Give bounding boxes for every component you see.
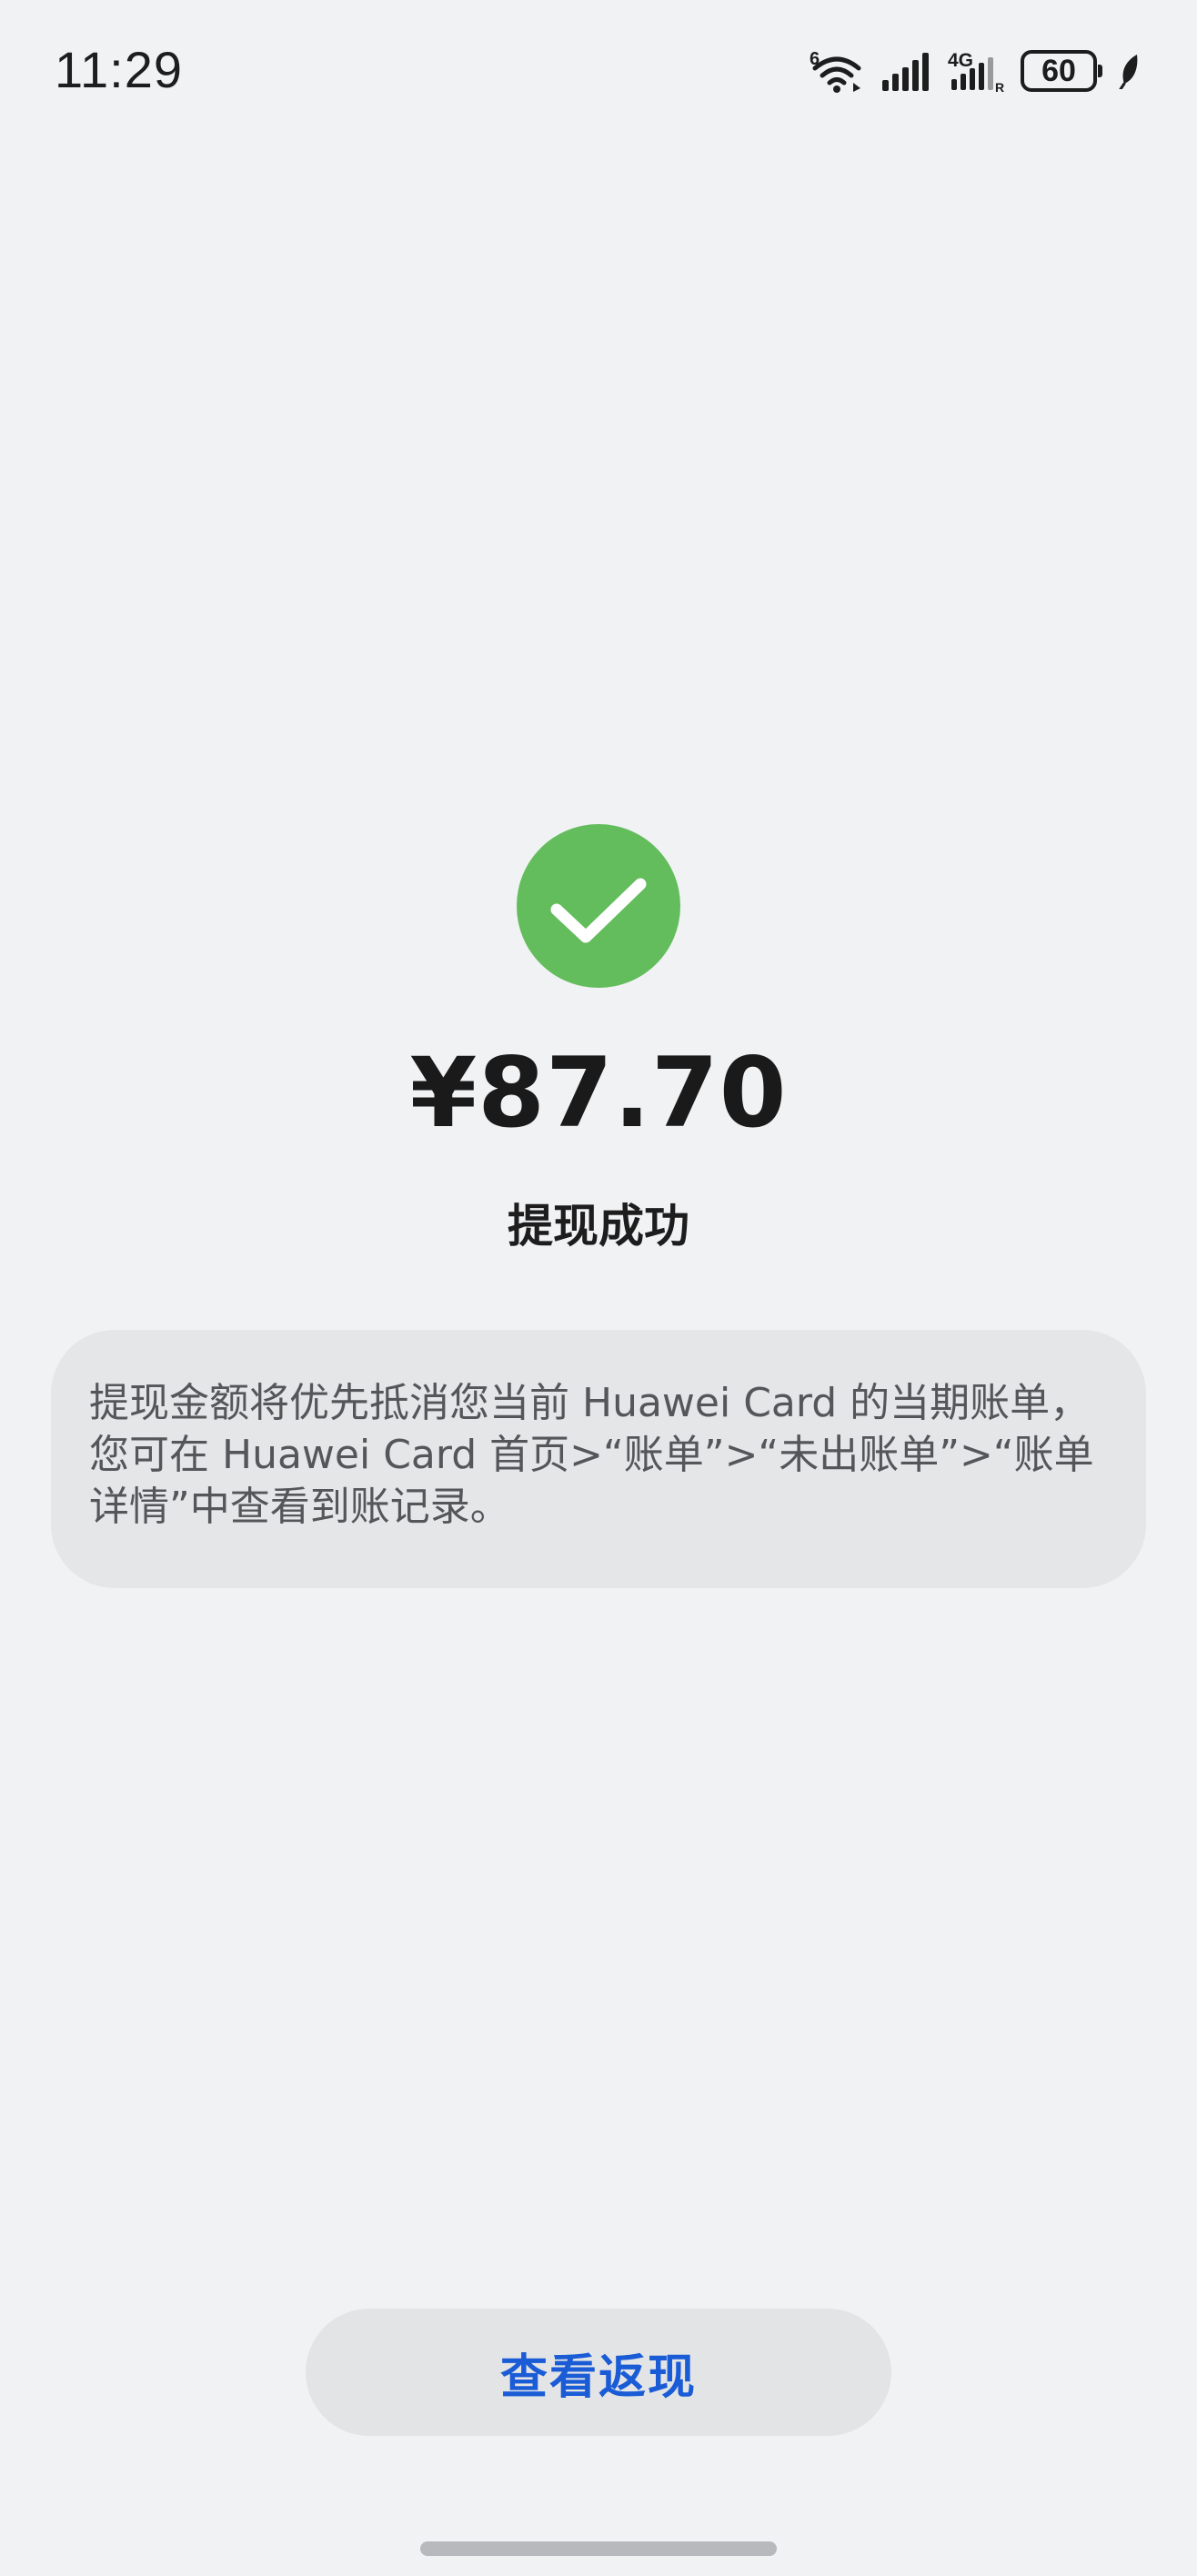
battery-level: 60 (1041, 54, 1076, 88)
result-title: 提现成功 (508, 1200, 689, 1253)
signal-icon (882, 53, 929, 91)
view-cashback-button[interactable]: 查看返现 (306, 2309, 891, 2436)
status-icons: 6 4G R 60 (808, 45, 1141, 96)
amount: ¥87.70 (409, 1037, 788, 1149)
info-card: 提现金额将优先抵消您当前 Huawei Card 的当期账单，您可在 Huawe… (51, 1330, 1146, 1588)
info-text: 提现金额将优先抵消您当前 Huawei Card 的当期账单，您可在 Huawe… (89, 1380, 1094, 1530)
battery-icon: 60 (1021, 50, 1102, 92)
home-indicator[interactable] (420, 2541, 777, 2556)
status-bar: 11:29 6 4G R 60 (0, 0, 1197, 136)
4g-signal-icon: 4G R (948, 50, 1004, 94)
wifi-6-icon: 6 (810, 49, 861, 93)
leaf-icon (1119, 55, 1138, 89)
svg-text:R: R (995, 80, 1004, 94)
status-time: 11:29 (55, 41, 183, 98)
view-cashback-label: 查看返现 (499, 2350, 697, 2405)
check-circle-icon (517, 824, 680, 988)
svg-text:4G: 4G (948, 50, 973, 71)
